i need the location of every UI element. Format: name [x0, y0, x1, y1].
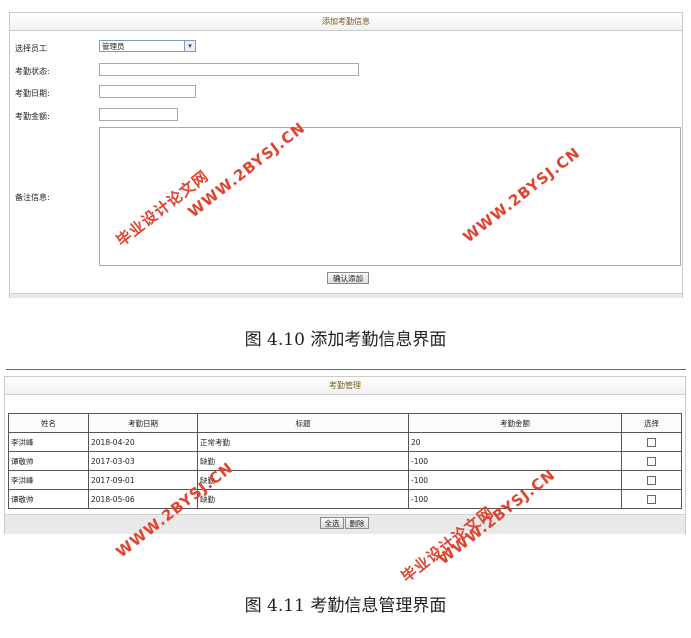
cell-name: 谭敬帅 [8, 489, 89, 509]
table-row: 李洪峰 2017-09-01 缺勤 -100 [8, 470, 682, 490]
status-label: 考勤状态: [15, 67, 50, 76]
cell-name: 谭敬帅 [8, 451, 89, 471]
cell-date: 2017-03-03 [88, 451, 198, 471]
row-checkbox[interactable] [647, 456, 656, 466]
cell-select [621, 489, 682, 509]
cell-name: 李洪峰 [8, 432, 89, 452]
cell-amount: -100 [408, 470, 622, 490]
remark-label: 备注信息: [15, 193, 50, 202]
cell-date: 2017-09-01 [88, 470, 198, 490]
date-label: 考勤日期: [15, 89, 50, 98]
add-attendance-title: 添加考勤信息 [10, 13, 682, 31]
cell-amount: -100 [408, 451, 622, 471]
cell-name: 李洪峰 [8, 470, 89, 490]
table-header-row: 姓名 考勤日期 标题 考勤金额 选择 [8, 413, 682, 433]
add-panel-footer [10, 293, 682, 298]
employee-label: 选择员工 [15, 44, 47, 53]
table-row: 谭敬帅 2018-05-06 缺勤 -100 [8, 489, 682, 509]
chevron-down-icon[interactable]: ▾ [184, 41, 195, 51]
caption-4-10: 图 4.10 添加考勤信息界面 [244, 330, 447, 350]
employee-select[interactable]: 管理员 ▾ [99, 40, 196, 52]
cell-select [621, 432, 682, 452]
delete-button[interactable]: 删除 [345, 517, 369, 529]
amount-input[interactable] [99, 108, 178, 121]
cell-select [621, 451, 682, 471]
amount-label: 考勤金额: [15, 112, 50, 121]
cell-amount: 20 [408, 432, 622, 452]
col-select: 选择 [621, 413, 682, 433]
caption-4-11: 图 4.11 考勤信息管理界面 [244, 596, 447, 616]
table-row: 李洪峰 2018-04-20 正常考勤 20 [8, 432, 682, 452]
row-checkbox[interactable] [647, 437, 656, 447]
cell-date: 2018-04-20 [88, 432, 198, 452]
col-title: 标题 [197, 413, 409, 433]
cell-select [621, 470, 682, 490]
col-amount: 考勤金额 [408, 413, 622, 433]
attendance-manage-panel: 考勤管理 姓名 考勤日期 标题 考勤金额 选择 李洪峰 2018-04-20 正… [4, 376, 686, 534]
manage-title: 考勤管理 [5, 377, 685, 395]
employee-select-value: 管理员 [102, 42, 125, 51]
col-date: 考勤日期 [88, 413, 198, 433]
col-name: 姓名 [8, 413, 89, 433]
cell-title: 缺勤 [197, 489, 409, 509]
table-row: 谭敬帅 2017-03-03 缺勤 -100 [8, 451, 682, 471]
status-input[interactable] [99, 63, 359, 76]
confirm-add-button[interactable]: 确认添加 [327, 272, 369, 284]
select-all-button[interactable]: 全选 [320, 517, 344, 529]
row-checkbox[interactable] [647, 494, 656, 504]
blue-divider [6, 369, 686, 370]
row-checkbox[interactable] [647, 475, 656, 485]
date-input[interactable] [99, 85, 196, 98]
cell-title: 正常考勤 [197, 432, 409, 452]
attendance-table: 姓名 考勤日期 标题 考勤金额 选择 李洪峰 2018-04-20 正常考勤 2… [8, 413, 682, 509]
